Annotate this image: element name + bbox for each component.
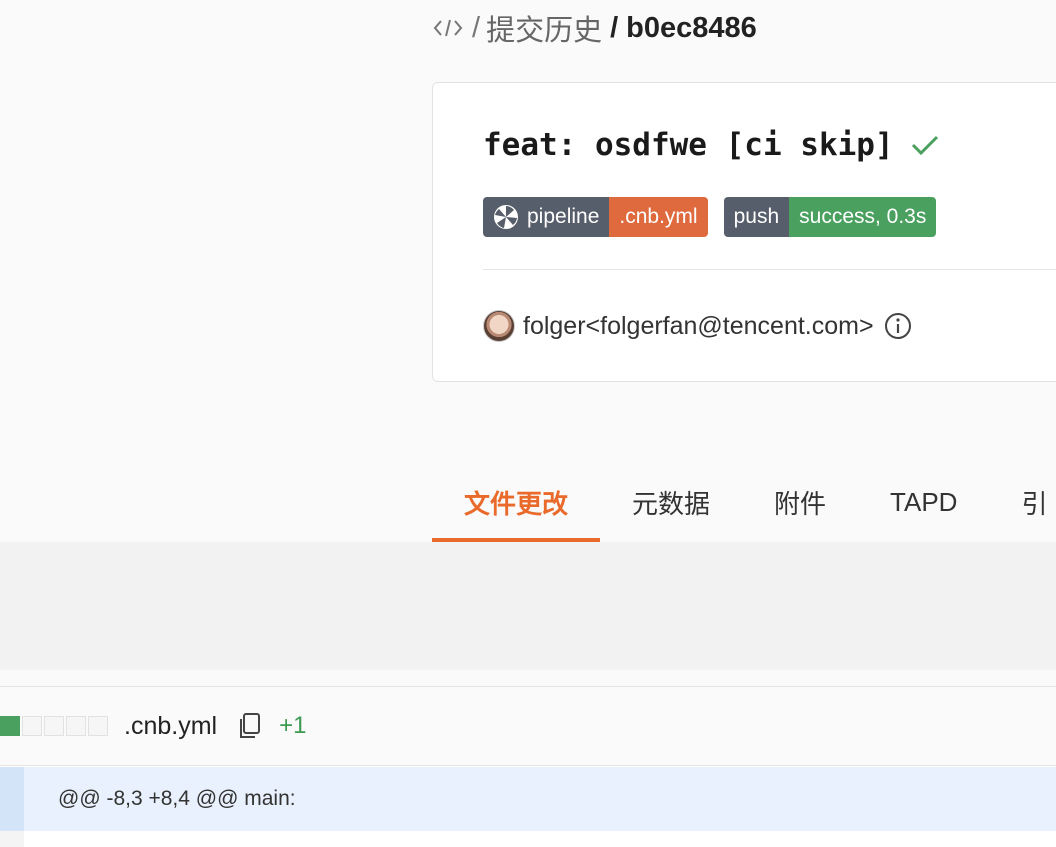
breadcrumb-commit-hash: b0ec8486 (626, 11, 757, 44)
tab-tapd[interactable]: TAPD (858, 462, 989, 542)
push-badge-value: success, 0.3s (789, 197, 937, 237)
diff-stat-empty (88, 716, 108, 736)
file-header[interactable]: .cnb.yml +1 (0, 687, 1056, 766)
hunk-header[interactable]: @@ -8,3 +8,4 @@ main: (0, 767, 1056, 831)
hunk-header-text: @@ -8,3 +8,4 @@ main: (58, 787, 296, 810)
breadcrumb-separator: / (472, 11, 481, 44)
status-badges: pipeline .cnb.yml push success, 0.3s (483, 197, 937, 237)
tab-metadata[interactable]: 元数据 (600, 462, 742, 542)
diff-stat-empty (66, 716, 86, 736)
diff-stat-blocks (0, 716, 108, 736)
file-diff: .cnb.yml +1 @@ -8,3 +8,4 @@ main: (0, 686, 1056, 847)
check-icon (910, 133, 940, 157)
commit-title-text: feat: osdfwe [ci skip] (483, 127, 894, 163)
toolbar-area (0, 542, 1056, 670)
divider (483, 269, 1056, 270)
author-name[interactable]: folger<folgerfan@tencent.com> (523, 312, 874, 341)
pipeline-badge[interactable]: pipeline .cnb.yml (483, 197, 708, 237)
pipeline-icon (493, 204, 519, 230)
diff-stat-add (0, 716, 20, 736)
diff-stat-empty (22, 716, 42, 736)
info-icon[interactable] (884, 312, 912, 340)
code-icon[interactable] (432, 17, 464, 39)
commit-author: folger<folgerfan@tencent.com> (483, 310, 912, 342)
breadcrumb-separator: / (610, 11, 619, 44)
pipeline-badge-value: .cnb.yml (609, 197, 708, 237)
push-badge-label: push (723, 197, 790, 237)
hunk-gutter (0, 767, 24, 831)
file-name[interactable]: .cnb.yml (124, 712, 217, 741)
tab-bar: 文件更改 元数据 附件 TAPD 引 (432, 462, 1056, 542)
breadcrumb-commit-history[interactable]: 提交历史 (486, 7, 602, 49)
tab-attachments[interactable]: 附件 (742, 462, 858, 542)
tab-references[interactable]: 引 (989, 462, 1056, 542)
tab-file-changes[interactable]: 文件更改 (432, 462, 601, 542)
line-gutter (0, 831, 24, 847)
commit-card: feat: osdfwe [ci skip] pipeline .cnb.yml… (432, 82, 1056, 382)
copy-icon[interactable] (237, 712, 263, 740)
push-badge[interactable]: push success, 0.3s (723, 197, 937, 237)
avatar[interactable] (483, 310, 515, 342)
additions-count: +1 (279, 712, 307, 739)
badge-label: pipeline (483, 197, 610, 237)
breadcrumb: / 提交历史 / b0ec8486 (432, 8, 757, 48)
pipeline-badge-label: pipeline (527, 205, 600, 228)
commit-title: feat: osdfwe [ci skip] (483, 127, 940, 163)
diff-stat-empty (44, 716, 64, 736)
